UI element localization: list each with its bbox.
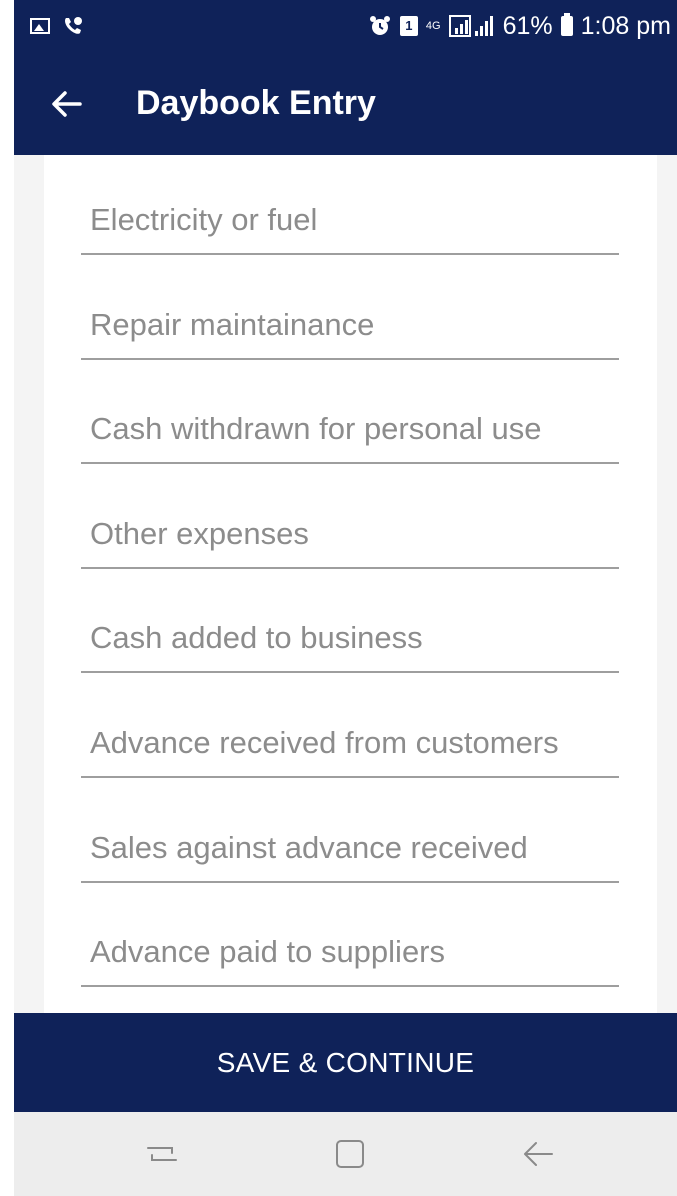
form-card: [44, 155, 657, 1013]
battery-icon: [560, 13, 573, 36]
battery-percentage: 61%: [502, 11, 553, 40]
sales-against-advance-input[interactable]: [81, 827, 619, 883]
alarm-icon: [369, 16, 390, 35]
status-time: 1:08 pm: [580, 11, 671, 40]
cash-withdrawn-personal-input[interactable]: [81, 408, 619, 464]
signal-strength-icon: [448, 15, 493, 37]
repair-maintenance-input[interactable]: [81, 304, 619, 360]
home-icon[interactable]: [330, 1134, 370, 1174]
page-title: Daybook Entry: [136, 84, 376, 122]
recent-apps-icon[interactable]: [142, 1134, 182, 1174]
back-nav-icon[interactable]: [518, 1134, 558, 1174]
sim-card-icon: 1: [399, 16, 418, 36]
status-bar-right: 1 4G 61% 1:08 pm: [368, 12, 671, 41]
status-bar-left: [30, 15, 84, 37]
network-type-label: 4G: [425, 20, 441, 32]
advance-received-customers-input[interactable]: [81, 722, 619, 778]
save-continue-button[interactable]: SAVE & CONTINUE: [14, 1013, 677, 1112]
other-expenses-input[interactable]: [81, 513, 619, 569]
system-nav-bar: [14, 1112, 677, 1196]
status-bar: 1 4G 61% 1:08 pm: [14, 0, 677, 52]
back-arrow-icon[interactable]: [50, 87, 84, 121]
gallery-icon: [30, 18, 50, 34]
app-bar: Daybook Entry: [14, 52, 677, 155]
viber-icon: [65, 17, 82, 34]
device-screen: 1 4G 61% 1:08 pm Daybook Entry Electrici…: [14, 0, 677, 1196]
cash-added-business-input[interactable]: [81, 617, 619, 673]
electricity-or-fuel-input[interactable]: [81, 199, 619, 255]
advance-paid-suppliers-input[interactable]: [81, 931, 619, 987]
